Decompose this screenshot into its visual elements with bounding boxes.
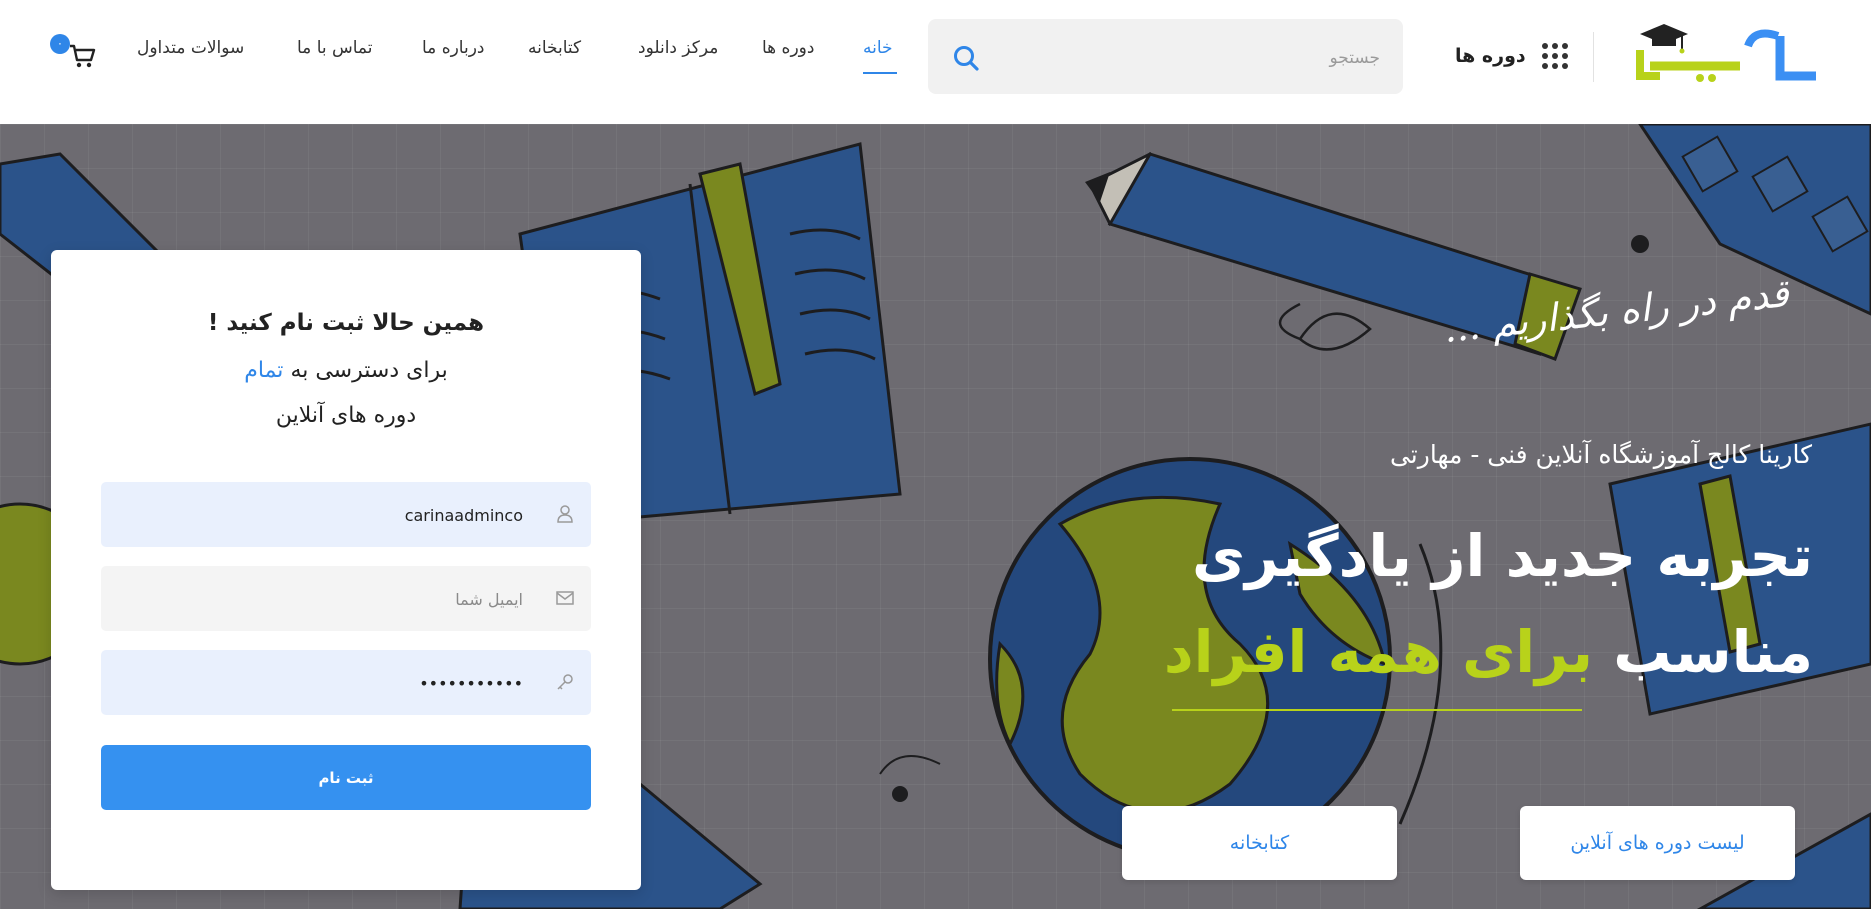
courses-menu-label: دوره ها	[1455, 45, 1526, 67]
registration-subtitle-line3: دوره های آنلاین	[275, 403, 417, 428]
hero-title-line2: مناسب برای همه افراد	[1164, 618, 1813, 686]
hero-accent-underline	[1172, 709, 1582, 711]
courses-menu-button[interactable]: دوره ها	[1455, 38, 1568, 74]
hero-subtitle: کارینا کالج آموزشگاه آنلاین فنی - مهارتی	[1389, 440, 1812, 469]
nav-item-courses[interactable]: دوره ها	[762, 38, 814, 58]
grid-menu-icon	[1541, 43, 1568, 69]
site-logo[interactable]	[1630, 16, 1816, 88]
library-button[interactable]: کتابخانه	[1122, 806, 1397, 880]
email-field[interactable]	[121, 566, 525, 633]
user-icon	[557, 505, 573, 523]
register-submit-button[interactable]: ثبت نام	[101, 745, 591, 810]
nav-item-faq[interactable]: سوالات متداول	[137, 38, 244, 58]
cart-icon	[70, 44, 96, 68]
email-field-wrapper	[101, 566, 591, 633]
username-field[interactable]	[121, 482, 525, 549]
site-header: دوره ها خانه دوره ها مرکز دانلود کتابخان…	[0, 0, 1871, 124]
hero-title-line2-plain: مناسب	[1613, 618, 1813, 686]
hero-title-line1: تجربه جدید از یادگیری	[1191, 522, 1813, 590]
logo-wordmark-icon	[1636, 29, 1816, 82]
registration-subtitle-highlight: تمام	[244, 358, 284, 383]
cart-count-badge: ۰	[50, 34, 70, 54]
key-icon	[557, 674, 573, 690]
hero-title-line2-accent: برای همه افراد	[1163, 618, 1593, 686]
registration-subtitle-line2: برای دسترسی به تمام	[51, 358, 641, 383]
nav-active-indicator	[863, 72, 897, 74]
header-divider	[1593, 32, 1594, 82]
registration-card: همین حالا ثبت نام کنید ! برای دسترسی به …	[51, 250, 641, 890]
envelope-icon	[556, 591, 574, 605]
search-input[interactable]	[998, 19, 1382, 96]
nav-item-contact[interactable]: تماس با ما	[297, 38, 373, 58]
nav-item-about[interactable]: درباره ما	[422, 38, 485, 58]
cart-button[interactable]: ۰	[50, 34, 98, 74]
hero-tagline: قدم در راه بگذاریم ...	[1400, 271, 1791, 389]
nav-item-home[interactable]: خانه	[863, 38, 893, 58]
registration-title: همین حالا ثبت نام کنید !	[207, 310, 485, 336]
password-field-wrapper	[101, 650, 591, 717]
search-box	[928, 19, 1403, 96]
online-courses-list-button[interactable]: لیست دوره های آنلاین	[1520, 806, 1795, 880]
password-field[interactable]	[121, 650, 525, 717]
registration-subtitle-plain: برای دسترسی به	[290, 358, 448, 383]
nav-item-library[interactable]: کتابخانه	[528, 38, 581, 58]
hero-tagline-text: قدم در راه بگذاریم ...	[1442, 271, 1792, 351]
username-field-wrapper	[101, 482, 591, 549]
search-icon[interactable]	[952, 44, 980, 72]
nav-item-download-center[interactable]: مرکز دانلود	[638, 38, 718, 58]
